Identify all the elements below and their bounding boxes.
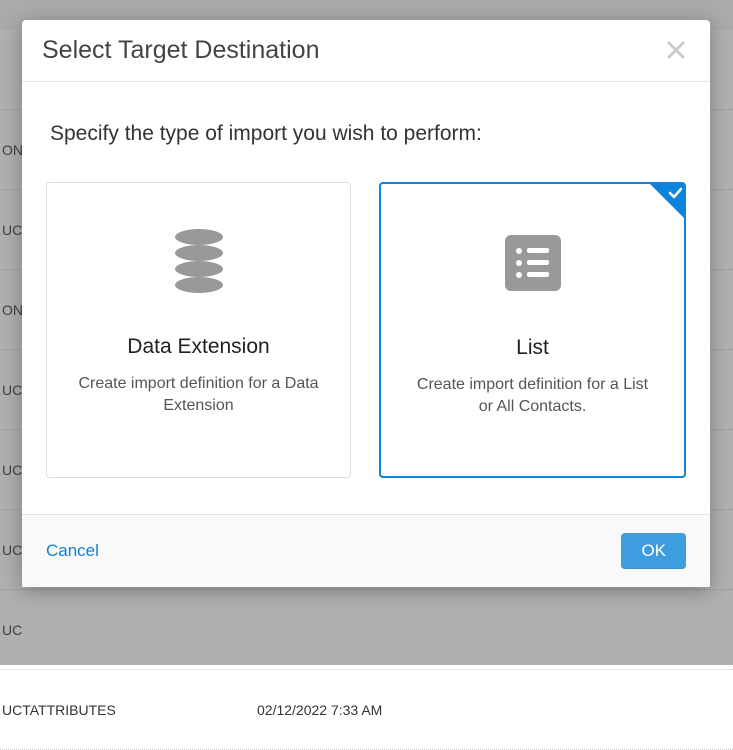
modal-header: Select Target Destination	[22, 20, 710, 82]
option-list[interactable]: List Create import definition for a List…	[379, 182, 686, 478]
ok-button[interactable]: OK	[621, 533, 686, 569]
option-data-extension[interactable]: Data Extension Create import definition …	[46, 182, 351, 478]
options-container: Data Extension Create import definition …	[46, 182, 686, 478]
cancel-button[interactable]: Cancel	[46, 541, 99, 561]
checkmark-icon	[668, 186, 682, 203]
modal-body: Specify the type of import you wish to p…	[22, 82, 710, 514]
prompt-text: Specify the type of import you wish to p…	[50, 122, 686, 146]
list-icon	[503, 228, 563, 298]
option-title: Data Extension	[127, 335, 269, 359]
close-icon[interactable]	[666, 37, 686, 65]
option-desc: Create import definition for a Data Exte…	[67, 373, 330, 418]
option-title: List	[516, 336, 549, 360]
option-desc: Create import definition for a List or A…	[401, 374, 664, 419]
modal-footer: Cancel OK	[22, 514, 710, 587]
database-icon	[169, 227, 229, 297]
modal-title: Select Target Destination	[42, 36, 319, 65]
select-target-modal: Select Target Destination Specify the ty…	[22, 20, 710, 587]
